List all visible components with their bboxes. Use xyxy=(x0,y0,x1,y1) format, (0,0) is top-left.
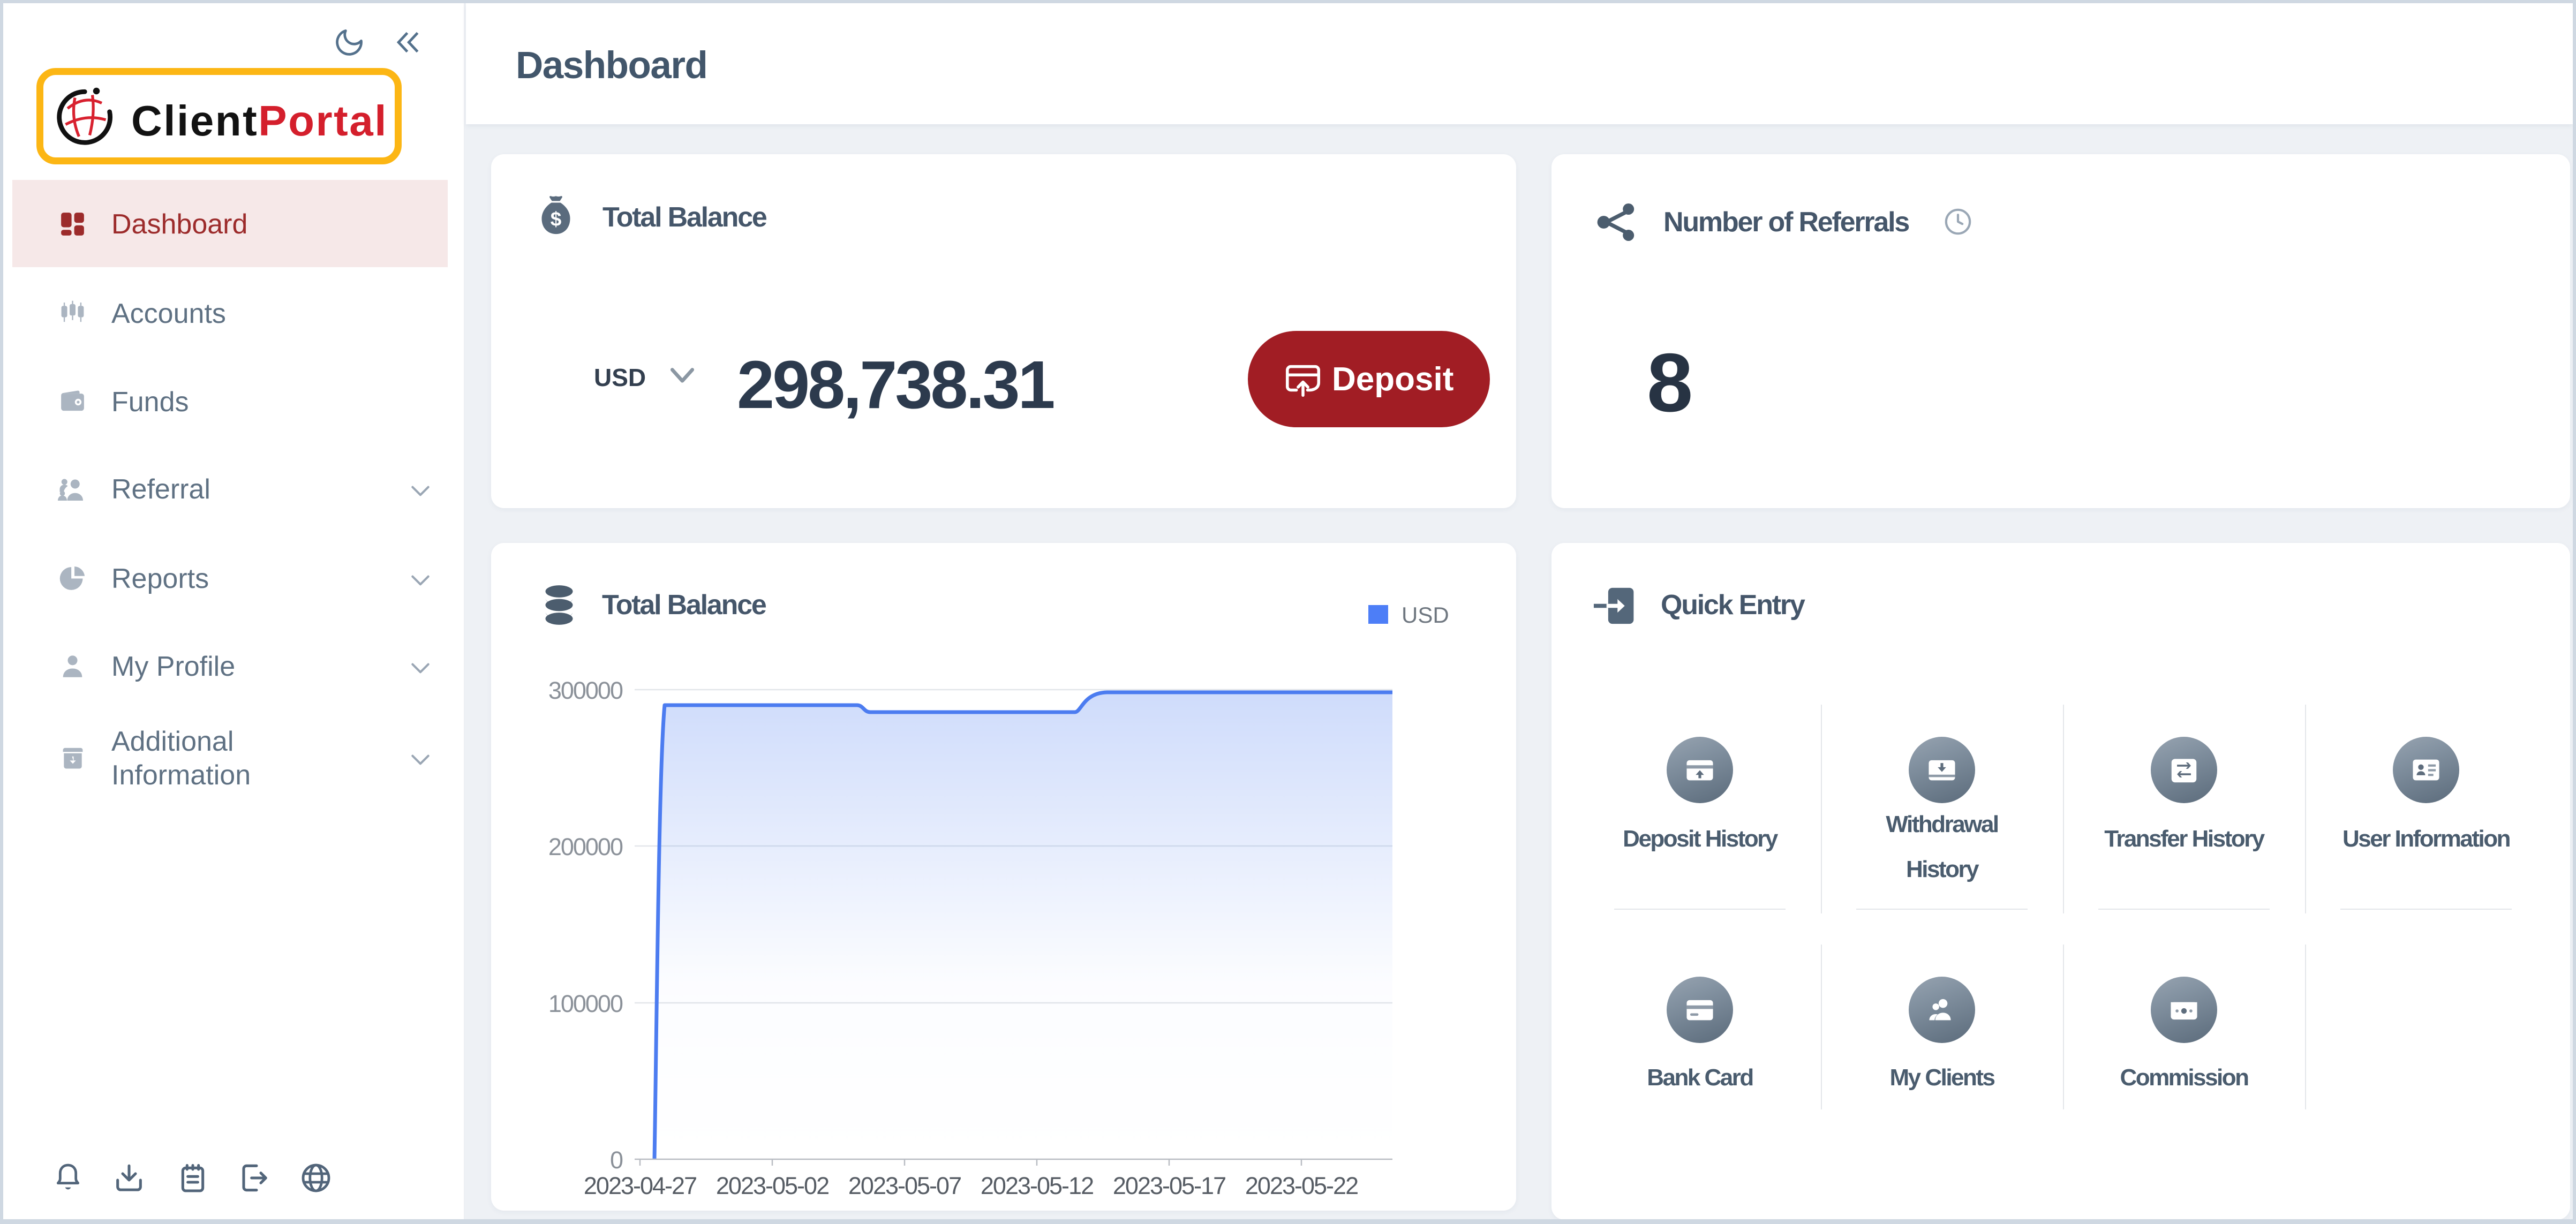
svg-text:2023-05-12: 2023-05-12 xyxy=(981,1172,1093,1199)
svg-text:100000: 100000 xyxy=(548,990,623,1017)
svg-text:2023-04-27: 2023-04-27 xyxy=(584,1172,696,1199)
svg-text:2023-05-02: 2023-05-02 xyxy=(716,1172,828,1199)
svg-text:$: $ xyxy=(551,208,562,230)
svg-text:300000: 300000 xyxy=(548,677,623,704)
svg-text:2023-05-07: 2023-05-07 xyxy=(848,1172,961,1199)
svg-text:USD: USD xyxy=(1402,602,1449,628)
svg-text:0: 0 xyxy=(610,1146,623,1174)
svg-text:2023-05-17: 2023-05-17 xyxy=(1113,1172,1225,1199)
svg-text:200000: 200000 xyxy=(548,833,623,860)
svg-text:2023-05-22: 2023-05-22 xyxy=(1245,1172,1358,1199)
